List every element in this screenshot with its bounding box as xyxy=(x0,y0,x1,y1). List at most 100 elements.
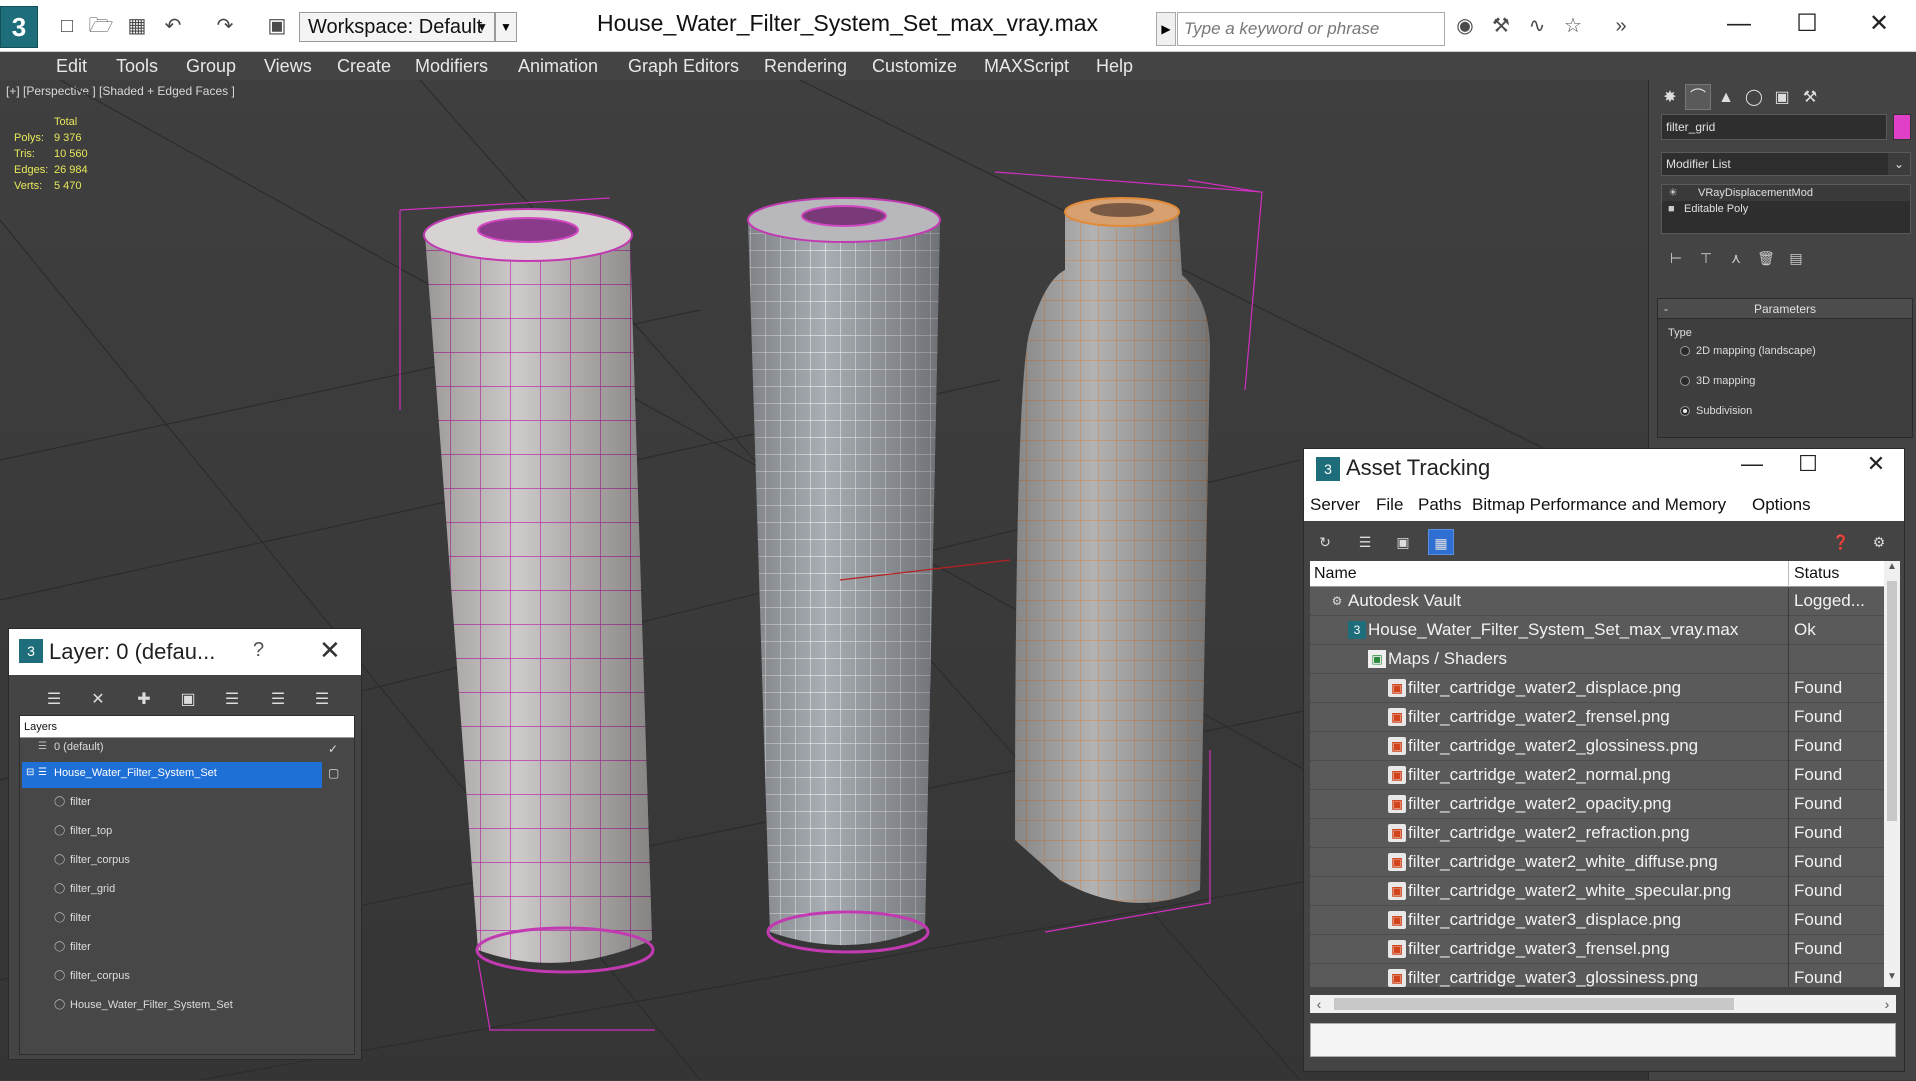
object-row[interactable]: ◯ House_Water_Filter_System_Set xyxy=(20,992,354,1021)
asset-row[interactable]: ▣ filter_cartridge_water2_displace.png Fou… xyxy=(1310,674,1896,703)
menu-animation[interactable]: Animation xyxy=(518,52,598,80)
workspace-menu-button[interactable]: ▼ xyxy=(495,12,517,42)
check-icon[interactable]: ✓ xyxy=(328,742,338,756)
maximize-button[interactable]: ☐ xyxy=(1784,8,1830,40)
lightbulb-icon[interactable]: ☀ xyxy=(1668,185,1678,201)
radio-3d-mapping[interactable]: 3D mapping xyxy=(1680,375,1755,387)
menu-edit[interactable]: Edit xyxy=(56,52,87,80)
menu-group[interactable]: Group xyxy=(186,52,236,80)
pin-stack-icon[interactable]: ⊢ xyxy=(1661,246,1691,270)
asset-row[interactable]: ▣ filter_cartridge_water2_normal.png Found xyxy=(1310,761,1896,790)
create-tab-icon[interactable]: ✸ xyxy=(1657,85,1683,111)
motion-tab-icon[interactable]: ◯ xyxy=(1741,85,1767,111)
asset-row[interactable]: ▣ filter_cartridge_water2_glossiness.png F… xyxy=(1310,732,1896,761)
object-row[interactable]: ◯ filter_grid xyxy=(20,876,354,905)
highlight-layer-icon[interactable]: ☰ xyxy=(219,687,245,713)
menu-modifiers[interactable]: Modifiers xyxy=(415,52,488,80)
menu-tools[interactable]: Tools xyxy=(116,52,158,80)
scroll-up-icon[interactable]: ▲ xyxy=(1884,561,1900,577)
more-icon[interactable]: » xyxy=(1608,14,1634,38)
workspace-dropdown[interactable]: Workspace: Default ▼ xyxy=(299,12,495,42)
menu-server[interactable]: Server xyxy=(1310,495,1360,515)
radio-subdivision[interactable]: Subdivision xyxy=(1680,405,1752,417)
search-expand-button[interactable]: ▶ xyxy=(1156,12,1176,46)
asset-row[interactable]: ▣ Maps / Shaders xyxy=(1310,645,1896,674)
asset-row[interactable]: ▣ filter_cartridge_water2_frensel.png Foun… xyxy=(1310,703,1896,732)
filter-cylinder-1[interactable] xyxy=(423,208,655,974)
asset-path-field[interactable] xyxy=(1310,1023,1896,1057)
asset-row[interactable]: ▣ filter_cartridge_water3_displace.png Fou… xyxy=(1310,906,1896,935)
new-layer-icon[interactable]: ☰ xyxy=(41,687,67,713)
filter-cylinder-2[interactable] xyxy=(747,197,1011,954)
close-icon[interactable]: ✕ xyxy=(1856,451,1896,477)
object-row[interactable]: ◯ filter xyxy=(20,789,354,818)
menu-help[interactable]: Help xyxy=(1096,52,1133,80)
open-file-icon[interactable]: 🗁 xyxy=(88,14,114,38)
hierarchy-tab-icon[interactable]: ▲ xyxy=(1713,85,1739,111)
menu-rendering[interactable]: Rendering xyxy=(764,52,847,80)
star-icon[interactable]: ☆ xyxy=(1560,14,1586,38)
search-input[interactable]: Type a keyword or phrase xyxy=(1177,12,1445,46)
menu-options[interactable]: Options xyxy=(1752,495,1811,515)
object-row[interactable]: ◯ filter xyxy=(20,934,354,963)
remove-modifier-icon[interactable]: 🗑 xyxy=(1751,246,1781,270)
radio-button[interactable] xyxy=(1680,376,1690,387)
horizontal-scrollbar[interactable]: ‹ › xyxy=(1310,995,1896,1013)
menu-file[interactable]: File xyxy=(1376,495,1403,515)
delete-layer-icon[interactable]: ✕ xyxy=(85,687,111,713)
asset-row[interactable]: ⚙ Autodesk Vault Logged... xyxy=(1310,587,1896,616)
filter-bottle[interactable] xyxy=(1015,197,1210,903)
menu-create[interactable]: Create xyxy=(337,52,391,80)
asset-row[interactable]: ▣ filter_cartridge_water3_frensel.png Foun… xyxy=(1310,935,1896,964)
column-status-header[interactable]: Status xyxy=(1794,565,1839,583)
column-name-header[interactable]: Name xyxy=(1314,565,1357,583)
help-button[interactable]: ? xyxy=(253,639,264,662)
project-folder-icon[interactable]: ▣ xyxy=(264,14,290,38)
configure-sets-icon[interactable]: ▤ xyxy=(1781,246,1811,270)
menu-customize[interactable]: Customize xyxy=(872,52,957,80)
make-unique-icon[interactable]: ⋏ xyxy=(1721,246,1751,270)
display-tab-icon[interactable]: ▣ xyxy=(1769,85,1795,111)
undo-icon[interactable]: ↶ xyxy=(160,14,186,38)
new-file-icon[interactable]: □ xyxy=(54,14,80,38)
object-row[interactable]: ◯ filter_top xyxy=(20,818,354,847)
asset-row[interactable]: ▣ filter_cartridge_water2_white_specular.… xyxy=(1310,877,1896,906)
select-objects-icon[interactable]: ▣ xyxy=(175,687,201,713)
utilities-tab-icon[interactable]: ⚒ xyxy=(1797,85,1823,111)
list-view-icon[interactable]: ☰ xyxy=(1352,529,1378,555)
settings-icon[interactable]: ⚙ xyxy=(1866,529,1892,555)
menu-maxscript[interactable]: MAXScript xyxy=(984,52,1069,80)
scroll-right-icon[interactable]: › xyxy=(1878,995,1896,1013)
modifier-list-dropdown[interactable]: Modifier List ⌄ xyxy=(1661,152,1911,176)
menu-views[interactable]: Views xyxy=(264,52,312,80)
modify-tab-icon[interactable]: ⌒ xyxy=(1685,84,1711,110)
stack-item-vraydisplacement[interactable]: ☀ VRayDisplacementMod xyxy=(1662,185,1910,201)
table-view-icon[interactable]: ▦ xyxy=(1428,529,1454,555)
binoculars-icon[interactable]: ◉ xyxy=(1452,14,1478,38)
object-row[interactable]: ◯ filter_corpus xyxy=(20,963,354,992)
close-button[interactable]: ✕ xyxy=(1856,8,1902,40)
app-logo-icon[interactable]: 3 xyxy=(0,6,38,48)
hide-all-icon[interactable]: ☰ xyxy=(265,687,291,713)
object-row[interactable]: ◯ filter_corpus xyxy=(20,847,354,876)
satellite-icon[interactable]: ∿ xyxy=(1524,14,1550,38)
active-layer-icon[interactable]: ▢ xyxy=(328,766,339,780)
asset-row[interactable]: ▣ filter_cartridge_water2_refraction.png F… xyxy=(1310,819,1896,848)
save-icon[interactable]: ▦ xyxy=(124,14,150,38)
asset-row[interactable]: 3 House_Water_Filter_System_Set_max_vray.… xyxy=(1310,616,1896,645)
expand-icon[interactable]: ■ xyxy=(1668,201,1675,217)
scroll-left-icon[interactable]: ‹ xyxy=(1310,995,1328,1013)
tools-icon[interactable]: ⚒ xyxy=(1488,14,1514,38)
vault-help-icon[interactable]: ❓ xyxy=(1828,529,1854,555)
layer-row-house-set[interactable]: ⊟ ☰ House_Water_Filter_System_Set ▢ xyxy=(20,760,354,789)
asset-row[interactable]: ▣ filter_cartridge_water2_white_diffuse.p… xyxy=(1310,848,1896,877)
object-color-swatch[interactable] xyxy=(1893,114,1911,140)
asset-row[interactable]: ▣ filter_cartridge_water2_opacity.png Foun… xyxy=(1310,790,1896,819)
thumbnail-view-icon[interactable]: ▣ xyxy=(1390,529,1416,555)
freeze-all-icon[interactable]: ☰ xyxy=(309,687,335,713)
radio-button[interactable] xyxy=(1680,346,1690,357)
parameters-header[interactable]: - Parameters xyxy=(1658,299,1912,319)
close-icon[interactable]: ✕ xyxy=(319,635,341,666)
menu-bitmap-performance[interactable]: Bitmap Performance and Memory xyxy=(1472,495,1726,515)
menu-paths[interactable]: Paths xyxy=(1418,495,1461,515)
